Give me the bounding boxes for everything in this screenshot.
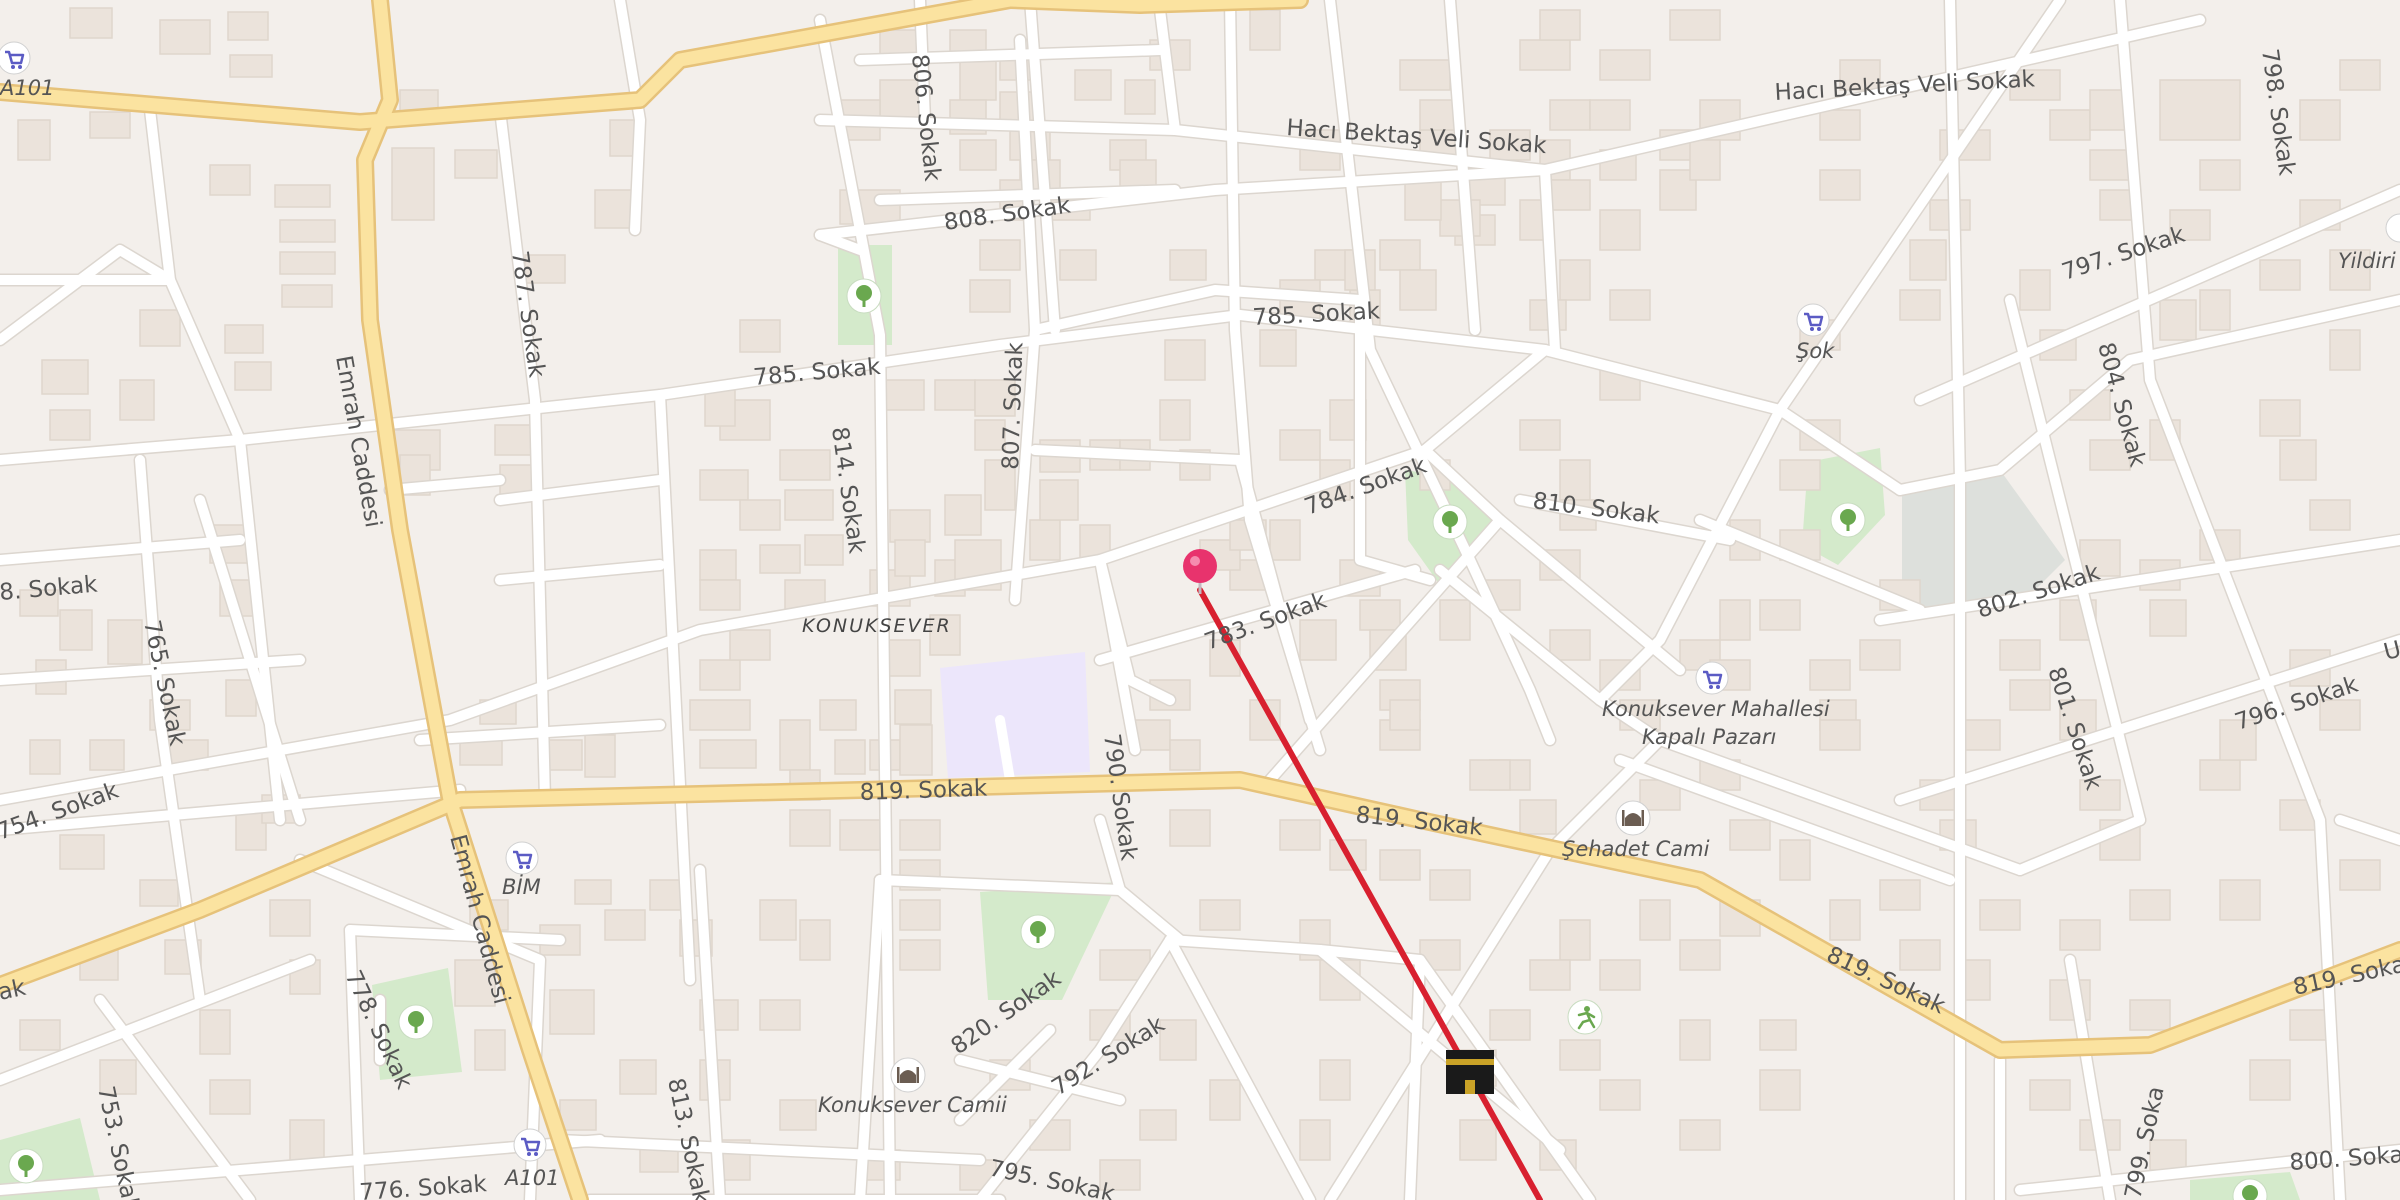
poi-label-a101[interactable]: A101 xyxy=(503,1166,559,1190)
street-label: 807. Sokak xyxy=(998,341,1028,470)
tree-icon[interactable] xyxy=(1830,502,1866,538)
shopping-cart-icon[interactable] xyxy=(1695,661,1729,695)
poi-label-kapali-pazar[interactable]: Konuksever Mahallesi xyxy=(1602,697,1830,721)
mosque-icon[interactable] xyxy=(890,1057,926,1093)
poi-label-kapali-pazar[interactable]: Kapalı Pazarı xyxy=(1642,725,1776,749)
mosque-icon[interactable] xyxy=(1615,800,1651,836)
tree-icon[interactable] xyxy=(846,278,882,314)
shopping-cart-icon[interactable] xyxy=(505,841,539,875)
poi-label-konuksever-camii[interactable]: Konuksever Camii xyxy=(818,1093,1007,1117)
running-person-icon[interactable] xyxy=(1567,999,1603,1035)
shopping-cart-icon[interactable] xyxy=(513,1128,547,1162)
poi-label-sok[interactable]: Şok xyxy=(1796,339,1835,363)
poi-label-sehadet-cami[interactable]: Şehadet Cami xyxy=(1562,837,1710,861)
kaaba-icon[interactable] xyxy=(1446,1050,1494,1094)
tree-icon[interactable] xyxy=(1020,914,1056,950)
school-area xyxy=(940,652,1090,778)
poi-label-bim[interactable]: BİM xyxy=(502,874,541,899)
poi-label-a101[interactable]: A101 xyxy=(0,76,54,100)
tree-icon[interactable] xyxy=(1432,504,1468,540)
neighborhood-label: KONUKSEVER xyxy=(802,615,952,637)
tree-icon[interactable] xyxy=(398,1004,434,1040)
poi-label-yildirim[interactable]: Yildiri xyxy=(2338,249,2396,273)
map-canvas[interactable]: Hacı Bektaş Veli Sokak Hacı Bektaş Veli … xyxy=(0,0,2400,1200)
tree-icon[interactable] xyxy=(8,1148,44,1184)
street-label: 819. Sokak xyxy=(859,776,988,806)
shopping-cart-icon[interactable] xyxy=(1796,303,1830,337)
shopping-cart-icon[interactable] xyxy=(0,41,31,75)
